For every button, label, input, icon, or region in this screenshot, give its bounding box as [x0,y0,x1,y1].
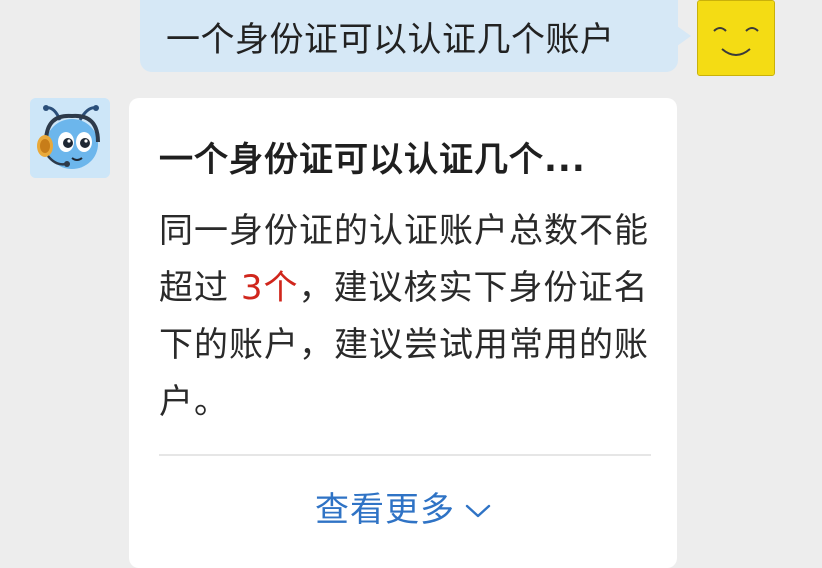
smiley-face-icon [698,1,774,75]
bot-answer-card: 一个身份证可以认证几个... 同一身份证的认证账户总数不能超过 3个，建议核实下… [129,98,677,568]
bot-avatar[interactable] [30,98,110,178]
user-message-text: 一个身份证可以认证几个账户 [166,20,615,60]
chevron-down-icon [465,488,491,528]
user-avatar[interactable] [697,0,775,76]
card-body-highlight: 3个 [240,268,299,308]
ant-assistant-icon [30,98,110,178]
card-title: 一个身份证可以认证几个... [159,140,586,180]
chat-conversation: 一个身份证可以认证几个账户 一个身份证可以认证几个... 同一身份证的认证账户总… [0,0,822,568]
card-body: 同一身份证的认证账户总数不能超过 3个，建议核实下身份证名下的账户，建议尝试用常… [159,203,649,431]
card-divider [159,454,651,456]
user-message-bubble[interactable]: 一个身份证可以认证几个账户 [140,0,691,72]
view-more-button[interactable]: 查看更多 [129,482,677,531]
view-more-label: 查看更多 [315,490,455,530]
